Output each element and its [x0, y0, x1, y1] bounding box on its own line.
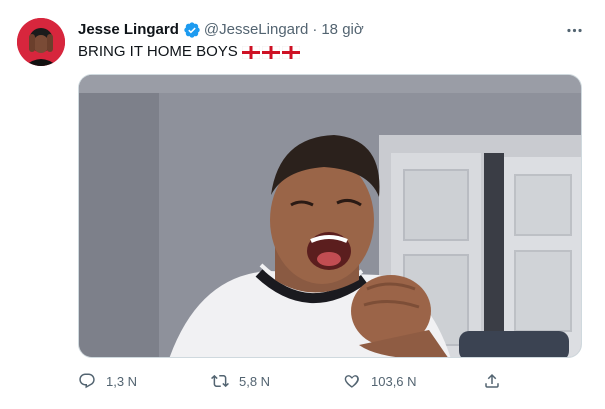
tweet-photo[interactable] — [78, 74, 582, 358]
share-button[interactable] — [475, 368, 509, 394]
share-icon — [475, 368, 509, 394]
retweet-button[interactable]: 5,8 N — [203, 368, 270, 394]
tweet-timestamp[interactable]: 18 giờ — [321, 20, 363, 40]
tweet-action-bar: 1,3 N 5,8 N 103,6 N — [70, 368, 510, 394]
tweet-text: BRING IT HOME BOYS — [78, 42, 300, 62]
retweet-count: 5,8 N — [239, 373, 271, 389]
author-handle[interactable]: @JesseLingard — [204, 20, 308, 40]
reply-icon — [70, 368, 104, 394]
england-flag-icon — [281, 45, 300, 59]
tweet-card[interactable]: Jesse Lingard @JesseLingard · 18 giờ BRI… — [0, 0, 605, 409]
reply-button[interactable]: 1,3 N — [70, 368, 137, 394]
like-icon — [335, 368, 369, 394]
author-name[interactable]: Jesse Lingard — [78, 20, 179, 40]
author-avatar[interactable] — [17, 18, 65, 66]
emoji-flags — [241, 45, 300, 59]
like-count: 103,6 N — [371, 373, 417, 389]
reply-count: 1,3 N — [106, 373, 138, 389]
tweet-text-body: BRING IT HOME BOYS — [78, 43, 238, 60]
header-separator: · — [312, 21, 318, 38]
more-options-icon[interactable] — [562, 18, 586, 42]
retweet-icon — [203, 368, 237, 394]
england-flag-icon — [241, 45, 260, 59]
like-button[interactable]: 103,6 N — [335, 368, 417, 394]
england-flag-icon — [261, 45, 280, 59]
avatar-image — [17, 18, 65, 66]
tweet-header: Jesse Lingard @JesseLingard · 18 giờ — [78, 20, 364, 40]
verified-badge-icon — [183, 21, 201, 39]
photo-player-celebrating — [79, 75, 581, 357]
